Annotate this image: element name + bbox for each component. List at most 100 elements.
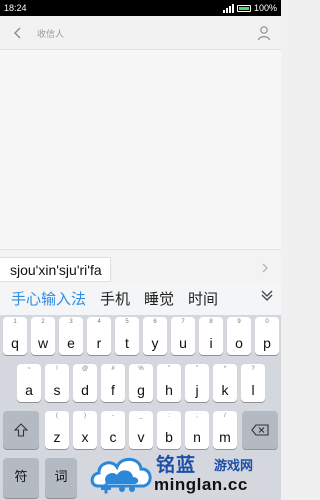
key-secondary-label: 8 [209, 319, 213, 325]
key-x[interactable]: ) x [73, 411, 97, 449]
key-primary-label: r [96, 335, 102, 351]
key-n[interactable]: ; n [185, 411, 209, 449]
key-secondary-label: @ [81, 366, 89, 372]
screen: 18:24 100% 收信人 sjou'xin'sju'ri'fa 手心输入法 … [0, 0, 281, 500]
candidate-item[interactable]: 手心输入法 [11, 288, 86, 309]
key-u[interactable]: 7u [171, 317, 195, 355]
key-secondary-label: 6 [153, 319, 157, 325]
key-secondary-label: # [111, 366, 115, 372]
expand-candidates-button[interactable] [255, 282, 281, 315]
key-l[interactable]: ? l [241, 364, 265, 402]
key-r[interactable]: 4r [87, 317, 111, 355]
chevron-right-icon[interactable] [259, 259, 271, 277]
key-secondary-label: / [224, 413, 226, 419]
key-i[interactable]: 8i [199, 317, 223, 355]
status-time: 18:24 [4, 3, 27, 13]
key-secondary-label: ! [56, 366, 58, 372]
signal-icon [222, 3, 234, 13]
key-s[interactable]: ! s [45, 364, 69, 402]
pinyin-composition: sjou'xin'sju'ri'fa [0, 257, 111, 282]
status-bar: 18:24 100% [0, 0, 281, 16]
watermark-brand: 铭蓝 [156, 455, 197, 476]
key-secondary-label: 9 [237, 319, 241, 325]
key-y[interactable]: 6y [143, 317, 167, 355]
key-secondary-label: _ [139, 413, 143, 419]
recipient-field[interactable]: 收信人 [37, 27, 64, 40]
key-secondary-label: 4 [97, 319, 101, 325]
key-k[interactable]: * k [213, 364, 237, 402]
key-primary-label: j [195, 382, 199, 398]
key-z[interactable]: (z [45, 411, 69, 449]
key-primary-label: y [151, 335, 159, 351]
key-e[interactable]: 3e [59, 317, 83, 355]
key-primary-label: k [221, 382, 229, 398]
candidate-bar: 手心输入法 手机 睡觉 时间 [0, 282, 281, 315]
status-right: 100% [222, 0, 277, 16]
key-secondary-label: 3 [69, 319, 73, 325]
message-header: 收信人 [0, 16, 281, 50]
watermark-sub: 游戏网 [214, 458, 254, 473]
key-b[interactable]: :b [157, 411, 181, 449]
key-primary-label: w [37, 335, 49, 351]
key-c[interactable]: -c [101, 411, 125, 449]
word-key-label: 词 [54, 469, 68, 484]
key-primary-label: x [81, 429, 89, 445]
conversation-area [0, 50, 281, 249]
backspace-icon [251, 424, 269, 436]
battery-icon [236, 4, 251, 12]
key-w[interactable]: 2w [31, 317, 55, 355]
shift-key[interactable] [3, 411, 39, 449]
person-icon[interactable] [256, 25, 272, 41]
candidate-item[interactable]: 睡觉 [144, 288, 174, 309]
chevron-left-icon[interactable] [10, 24, 26, 42]
word-key[interactable]: 词 [45, 458, 77, 498]
key-primary-label: b [165, 429, 173, 445]
key-primary-label: c [109, 429, 117, 445]
key-primary-label: o [235, 335, 243, 351]
key-t[interactable]: 5t [115, 317, 139, 355]
key-secondary-label: " [195, 366, 199, 372]
key-q[interactable]: 1q [3, 317, 27, 355]
key-d[interactable]: @ d [73, 364, 97, 402]
key-m[interactable]: / m [213, 411, 237, 449]
key-primary-label: p [263, 335, 271, 351]
watermark-domain: minglan.cc [154, 475, 248, 494]
key-a[interactable]: ~ a [17, 364, 41, 402]
key-primary-label: n [193, 429, 201, 445]
key-h[interactable]: " h [157, 364, 181, 402]
symbol-key[interactable]: 符 [3, 458, 39, 498]
candidate-item[interactable]: 手机 [100, 288, 130, 309]
key-primary-label: h [165, 382, 173, 398]
key-primary-label: e [67, 335, 75, 351]
key-secondary-label: % [138, 366, 144, 372]
key-primary-label: m [219, 429, 231, 445]
key-secondary-label: ) [84, 413, 86, 419]
key-primary-label: g [137, 382, 145, 398]
key-primary-label: d [81, 382, 89, 398]
backspace-key[interactable] [242, 411, 278, 449]
key-secondary-label: 7 [181, 319, 185, 325]
key-secondary-label: 5 [125, 319, 129, 325]
key-secondary-label: 0 [265, 319, 269, 325]
key-primary-label: a [25, 382, 33, 398]
shift-icon [14, 423, 28, 437]
cloud-logo-icon [90, 457, 152, 494]
key-primary-label: v [137, 429, 145, 445]
key-secondary-label: " [167, 366, 171, 372]
battery-percent: 100% [253, 3, 277, 13]
key-f[interactable]: # f [101, 364, 125, 402]
key-o[interactable]: 9o [227, 317, 251, 355]
key-p[interactable]: 0p [255, 317, 279, 355]
candidate-item[interactable]: 时间 [188, 288, 218, 309]
key-secondary-label: - [112, 413, 114, 419]
key-secondary-label: ~ [27, 366, 31, 372]
key-primary-label: s [53, 382, 61, 398]
chevron-down-icon [261, 290, 273, 301]
key-v[interactable]: _ v [129, 411, 153, 449]
key-primary-label: z [53, 429, 61, 445]
key-j[interactable]: " j [185, 364, 209, 402]
key-secondary-label: ( [56, 413, 58, 419]
key-primary-label: i [209, 335, 213, 351]
key-g[interactable]: % g [129, 364, 153, 402]
key-primary-label: f [111, 382, 115, 398]
